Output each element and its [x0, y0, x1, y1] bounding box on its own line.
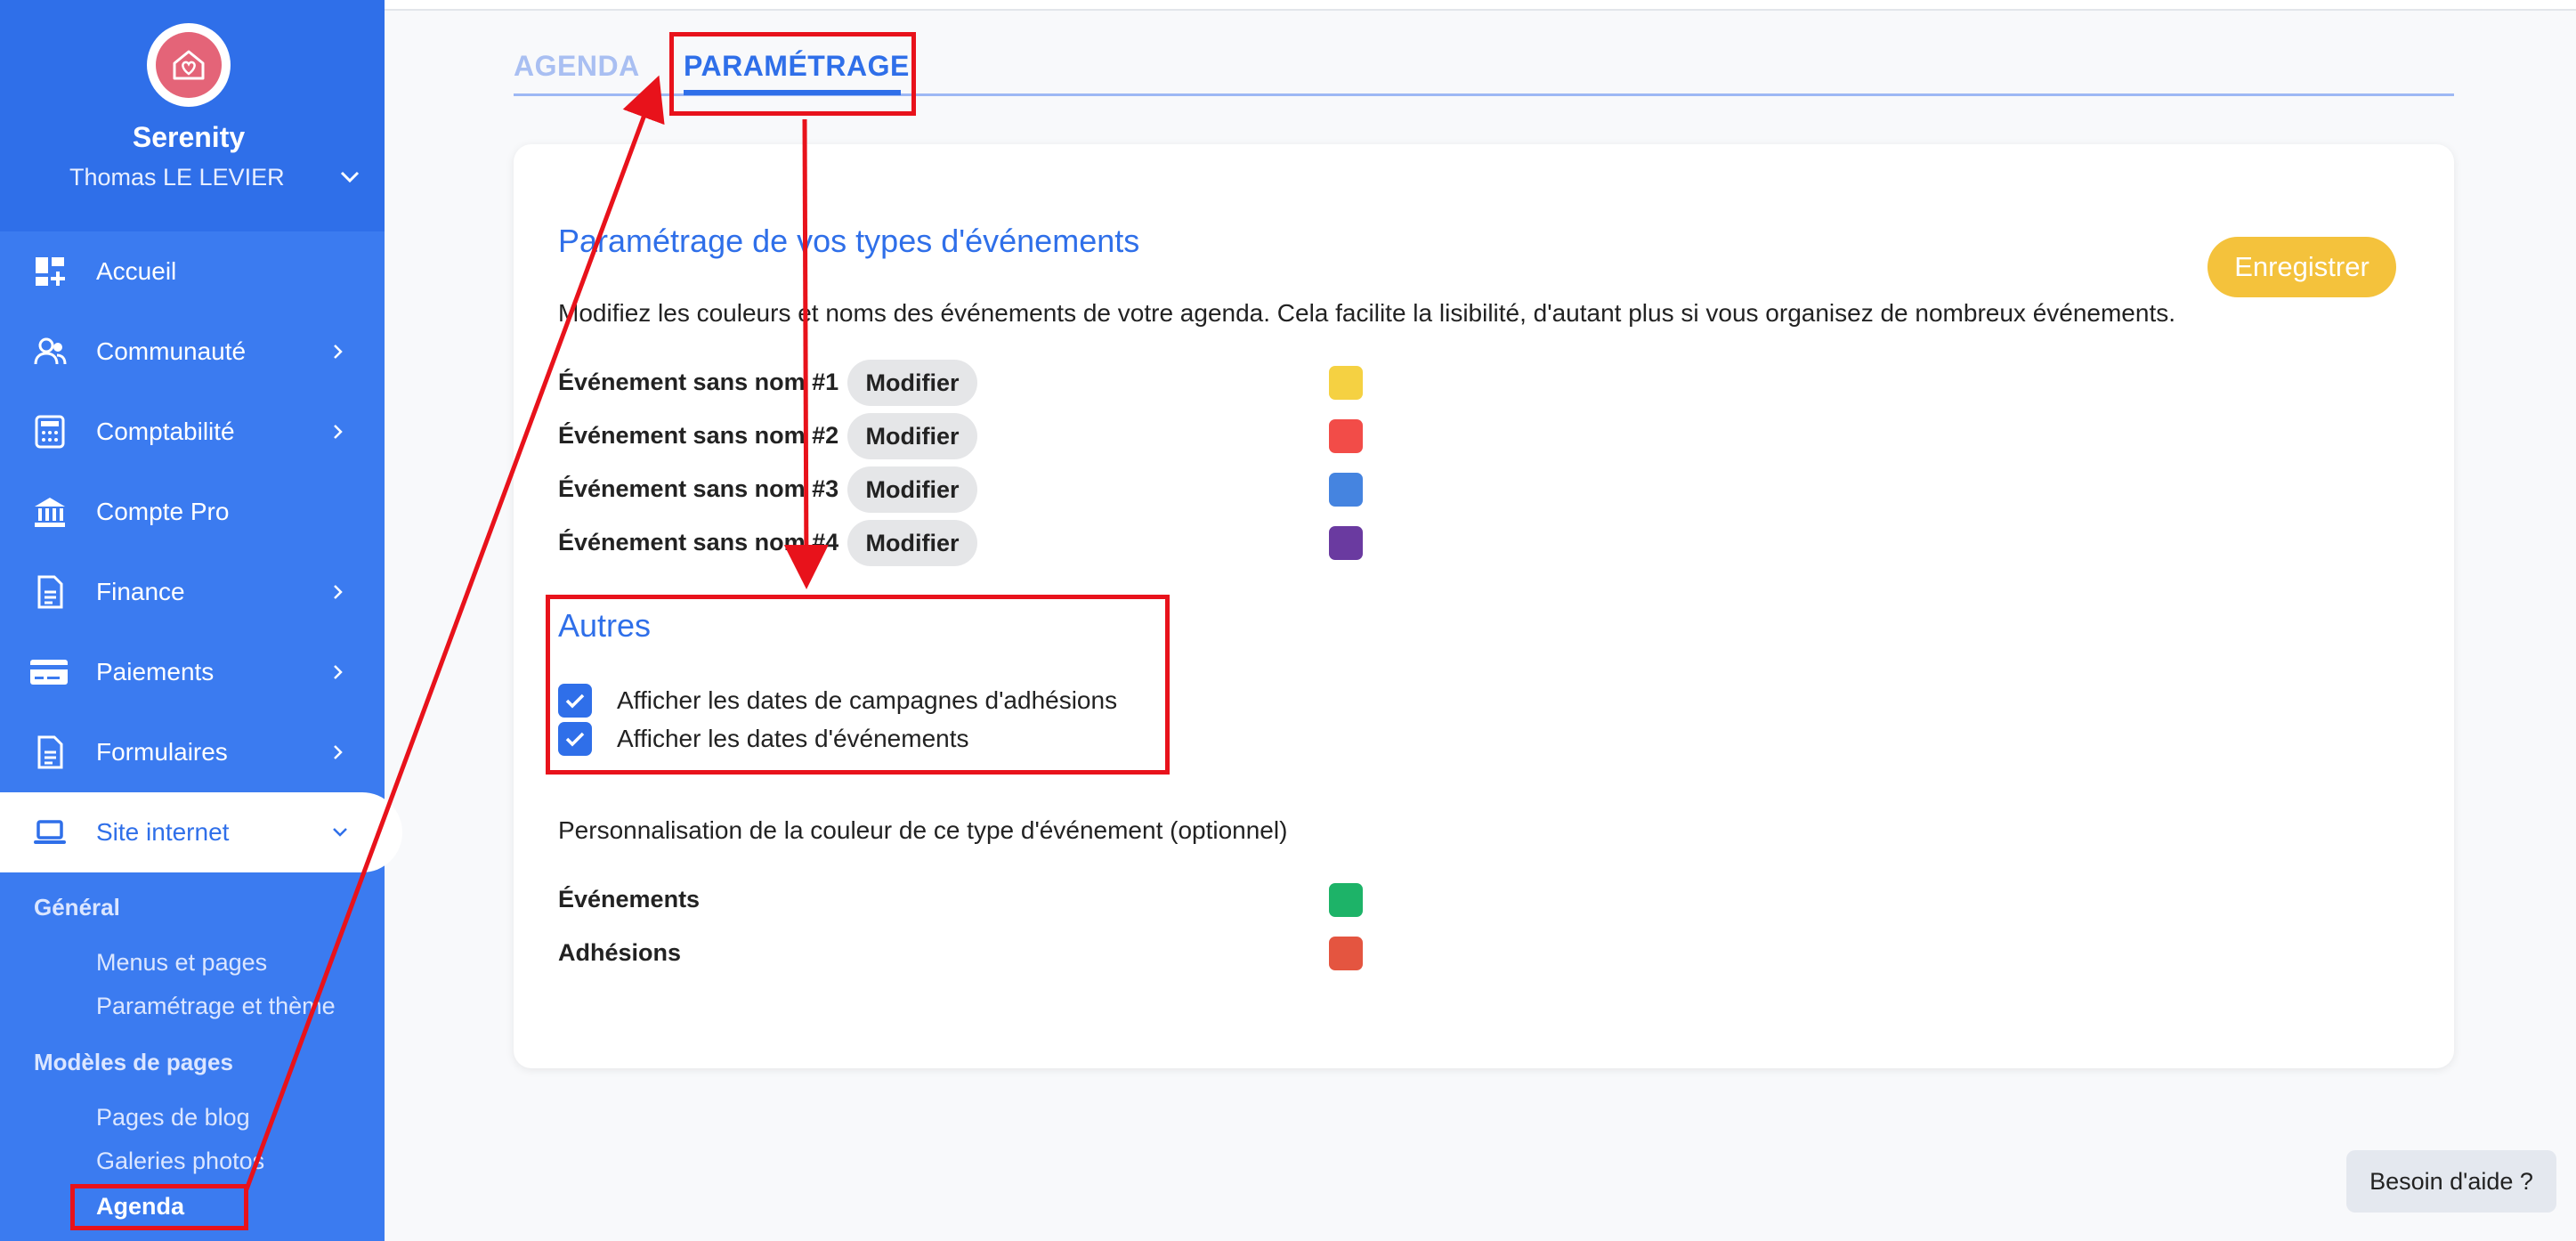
annotation-arrows [244, 75, 829, 1190]
